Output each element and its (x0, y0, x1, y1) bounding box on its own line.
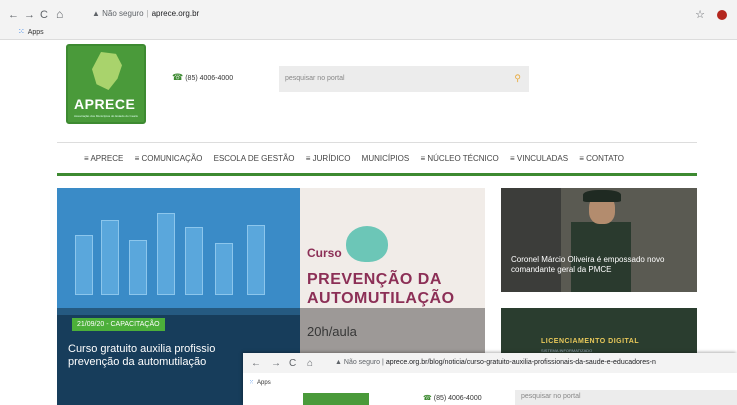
extension-icon[interactable] (717, 10, 727, 20)
reload-button[interactable]: C (40, 9, 48, 21)
home-button[interactable]: ⌂ (307, 358, 313, 369)
search-input[interactable]: pesquisar no portal ⚲ (279, 66, 529, 92)
menu-item-nucleo-tecnico[interactable]: ≡ NÚCLEO TÉCNICO (420, 154, 498, 163)
phone-icon: ☎ (172, 72, 184, 82)
address-bar[interactable]: ▲ Não seguro | aprece.org.br (92, 9, 199, 18)
warning-icon: ▲ (335, 359, 342, 366)
news-title: Coronel Márcio Oliveira é empossado novo… (511, 255, 665, 274)
menu-item-aprece[interactable]: ≡ APRECE (84, 154, 123, 163)
reload-button[interactable]: C (289, 358, 296, 369)
home-button[interactable]: ⌂ (56, 7, 63, 21)
menu-item-municipios[interactable]: MUNICÍPIOS (362, 154, 410, 163)
logo-text: APRECE (74, 96, 136, 112)
aprece-logo[interactable] (303, 393, 369, 405)
menu-item-escola-de-gestao[interactable]: ESCOLA DE GESTÃO (214, 154, 295, 163)
forward-button[interactable]: → (271, 358, 281, 369)
menu-item-juridico[interactable]: ≡ JURÍDICO (306, 154, 351, 163)
page: APRECE Associação dos Municípios do Esta… (0, 40, 737, 405)
url-text: aprece.org.br (151, 9, 200, 18)
category-badge[interactable]: 21/09/20 - CAPACITAÇÃO (72, 318, 165, 331)
phone-number: ☎ (85) 4006-4000 (423, 395, 482, 402)
apps-bookmark[interactable]: ⁙ Apps (18, 27, 44, 36)
featured-title[interactable]: Curso gratuito auxilia profissio prevenç… (68, 343, 268, 369)
aprece-logo[interactable]: APRECE Associação dos Municípios do Esta… (66, 44, 146, 124)
poster-curso: Curso (307, 246, 342, 260)
second-browser-window: ← → C ⌂ ▲ Não seguro | aprece.org.br/blo… (243, 353, 737, 405)
menu-item-contato[interactable]: ≡ CONTATO (579, 154, 624, 163)
ceara-map-icon (92, 52, 122, 90)
news-card[interactable]: Coronel Márcio Oliveira é empossado novo… (501, 188, 697, 292)
back-button[interactable]: ← (251, 358, 261, 369)
apps-bookmark[interactable]: ⁙ Apps (249, 379, 271, 386)
menu-underline (57, 173, 697, 176)
star-icon[interactable]: ☆ (695, 8, 705, 21)
main-menu: ≡ APRECE ≡ COMUNICAÇÃO ESCOLA DE GESTÃO … (84, 154, 633, 163)
phone-number: ☎ (85) 4006-4000 (172, 72, 234, 82)
logo-subtitle: Associação dos Municípios do Estado do C… (74, 114, 138, 118)
browser-toolbar: ← → C ⌂ ▲ Não seguro | aprece.org.br ☆ ⁙ Ap… (0, 0, 737, 40)
news-title: LICENCIAMENTO DIGITAL (541, 338, 640, 345)
url-text: aprece.org.br/blog/noticia/curso-gratuit… (385, 359, 656, 366)
second-toolbar: ← → C ⌂ ▲ Não seguro | aprece.org.br/blo… (243, 353, 737, 373)
menu-divider (57, 142, 697, 143)
phone-icon: ☎ (423, 395, 432, 402)
security-label: Não seguro (102, 9, 144, 18)
apps-grid-icon: ⁙ (18, 27, 25, 36)
search-placeholder: pesquisar no portal (285, 75, 345, 82)
brain-icon (346, 226, 388, 262)
menu-item-vinculadas[interactable]: ≡ VINCULADAS (510, 154, 568, 163)
address-bar[interactable]: ▲ Não seguro | aprece.org.br/blog/notici… (335, 359, 656, 366)
search-icon[interactable]: ⚲ (514, 73, 521, 84)
back-button[interactable]: ← (8, 9, 19, 21)
search-input[interactable]: pesquisar no portal (515, 390, 737, 405)
apps-grid-icon: ⁙ (249, 380, 255, 386)
forward-button[interactable]: → (24, 9, 35, 21)
menu-item-comunicacao[interactable]: ≡ COMUNICAÇÃO (135, 154, 203, 163)
warning-icon: ▲ (92, 9, 100, 18)
poster-headline: PREVENÇÃO DA AUTOMUTILAÇÃO (307, 271, 455, 307)
